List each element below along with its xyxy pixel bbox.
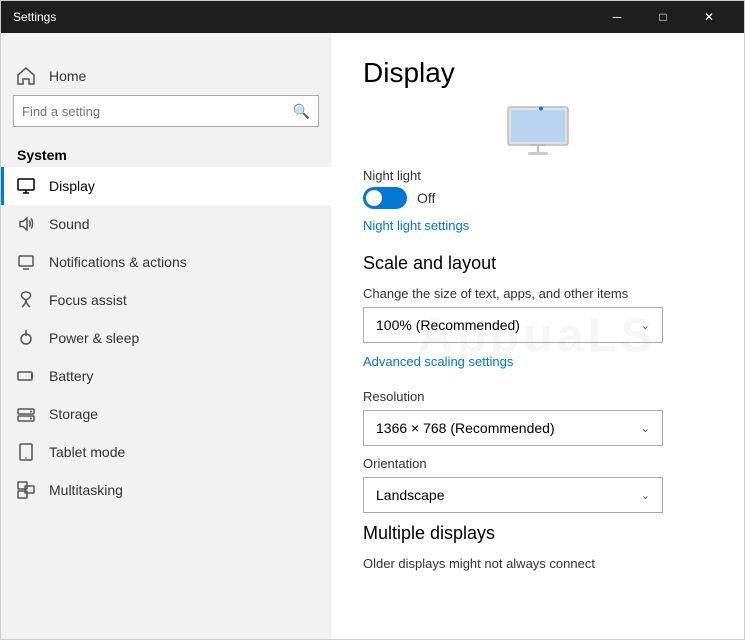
search-input[interactable] (22, 104, 293, 119)
sidebar-item-display-label: Display (49, 178, 95, 194)
search-icon: 🔍 (293, 103, 310, 120)
sidebar-item-display[interactable]: Display (1, 167, 331, 205)
sidebar-header (1, 33, 331, 57)
sidebar-item-storage-label: Storage (49, 406, 98, 422)
close-button[interactable]: ✕ (686, 1, 732, 33)
display-icon (17, 177, 35, 195)
scale-field-label: Change the size of text, apps, and other… (363, 286, 712, 301)
sound-icon (17, 215, 35, 233)
window-controls: ─ □ ✕ (594, 1, 732, 33)
home-icon (17, 67, 35, 85)
resolution-value: 1366 × 768 (Recommended) (376, 420, 555, 436)
tablet-icon (17, 443, 35, 461)
power-icon (17, 329, 35, 347)
sidebar-item-sound[interactable]: Sound (1, 205, 331, 243)
sidebar-item-power[interactable]: Power & sleep (1, 319, 331, 357)
scale-value: 100% (Recommended) (376, 317, 520, 333)
night-light-toggle-row: Off (363, 187, 712, 209)
multiple-displays-desc: Older displays might not always connect (363, 556, 712, 571)
sidebar-item-home[interactable]: Home (1, 57, 331, 95)
resolution-label: Resolution (363, 389, 712, 404)
night-light-toggle[interactable] (363, 187, 407, 209)
main-wrapper: AppuaLS Display Night light (331, 33, 744, 639)
sidebar-item-notifications[interactable]: Notifications & actions (1, 243, 331, 281)
night-light-settings-link[interactable]: Night light settings (363, 218, 469, 233)
monitor-icon (503, 105, 573, 160)
sidebar-item-storage[interactable]: Storage (1, 395, 331, 433)
focus-icon (17, 291, 35, 309)
notifications-icon (17, 253, 35, 271)
night-light-label: Night light (363, 168, 712, 183)
resolution-dropdown[interactable]: 1366 × 768 (Recommended) ⌄ (363, 410, 663, 446)
window-title: Settings (13, 10, 56, 24)
sidebar-item-multitasking-label: Multitasking (49, 482, 123, 498)
sidebar-item-battery[interactable]: Battery (1, 357, 331, 395)
toggle-knob (366, 190, 382, 206)
scale-chevron-icon: ⌄ (641, 319, 650, 332)
battery-icon (17, 367, 35, 385)
sidebar-item-power-label: Power & sleep (49, 330, 139, 346)
sidebar-item-focus[interactable]: Focus assist (1, 281, 331, 319)
storage-icon (17, 405, 35, 423)
settings-window: Settings ─ □ ✕ Home 🔍 (0, 0, 745, 640)
night-light-value: Off (417, 190, 435, 206)
sidebar: Home 🔍 System Display (1, 33, 331, 639)
sidebar-item-battery-label: Battery (49, 368, 93, 384)
resolution-chevron-icon: ⌄ (641, 422, 650, 435)
maximize-button[interactable]: □ (640, 1, 686, 33)
scale-dropdown[interactable]: 100% (Recommended) ⌄ (363, 307, 663, 343)
orientation-value: Landscape (376, 487, 445, 503)
orientation-chevron-icon: ⌄ (641, 489, 650, 502)
multiple-displays-heading: Multiple displays (363, 523, 712, 544)
titlebar: Settings ─ □ ✕ (1, 1, 744, 33)
orientation-label: Orientation (363, 456, 712, 471)
advanced-scaling-link[interactable]: Advanced scaling settings (363, 354, 513, 369)
multitasking-icon (17, 481, 35, 499)
window-content: Home 🔍 System Display (1, 33, 744, 639)
sidebar-item-multitasking[interactable]: Multitasking (1, 471, 331, 509)
main-content: Display Night light (331, 33, 744, 601)
search-box: 🔍 (13, 95, 319, 127)
sidebar-item-tablet[interactable]: Tablet mode (1, 433, 331, 471)
sidebar-item-tablet-label: Tablet mode (49, 444, 125, 460)
sidebar-item-home-label: Home (49, 68, 86, 84)
system-section-label: System (1, 139, 331, 167)
sidebar-item-sound-label: Sound (49, 216, 89, 232)
monitor-illustration (363, 105, 712, 160)
sidebar-item-notifications-label: Notifications & actions (49, 254, 187, 270)
scale-section-heading: Scale and layout (363, 253, 712, 274)
sidebar-item-focus-label: Focus assist (49, 292, 127, 308)
page-title: Display (363, 57, 712, 89)
orientation-dropdown[interactable]: Landscape ⌄ (363, 477, 663, 513)
minimize-button[interactable]: ─ (594, 1, 640, 33)
